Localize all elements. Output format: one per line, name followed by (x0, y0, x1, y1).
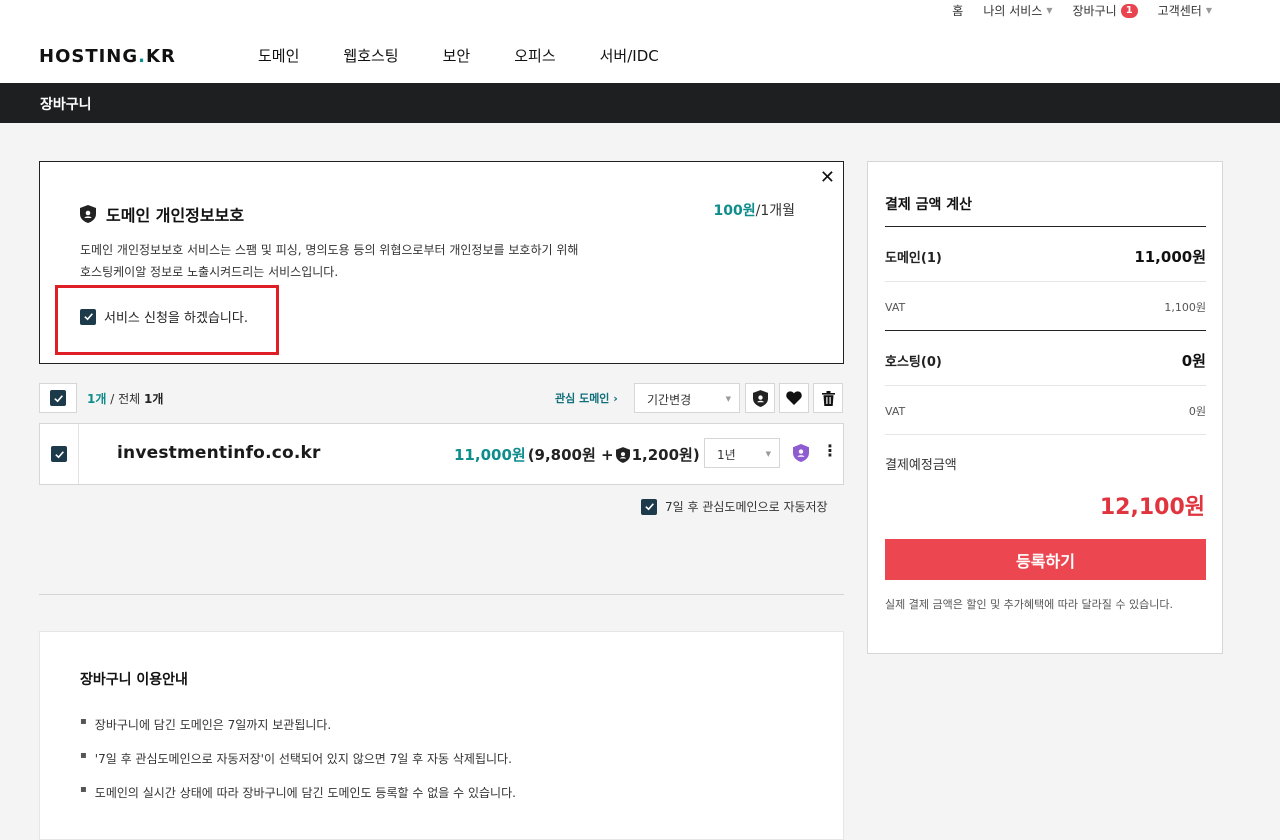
interest-domain-link[interactable]: 관심 도메인 › (555, 390, 618, 406)
shield-icon (615, 446, 630, 463)
divider (885, 434, 1206, 435)
chevron-right-icon: › (613, 392, 618, 405)
checkbox-checked-icon (641, 498, 657, 515)
period-change-select[interactable]: 기간변경 ▼ (634, 383, 740, 413)
site-logo[interactable]: HOSTING.KR (39, 46, 176, 67)
caret-down-icon: ▼ (765, 450, 771, 458)
trash-icon (821, 390, 835, 406)
payment-summary-panel: 결제 금액 계산 도메인(1) 11,000원 VAT 1,100원 호스팅(0) 0… (867, 161, 1223, 654)
privacy-shield-button[interactable] (745, 383, 775, 413)
divider (885, 330, 1206, 331)
nav-server-idc[interactable]: 서버/IDC (600, 45, 659, 66)
total-label: 결제예정금액 (885, 458, 957, 473)
close-icon[interactable]: ✕ (820, 167, 835, 188)
heart-icon (786, 391, 802, 405)
util-home-link[interactable]: 홈 (952, 2, 963, 19)
guide-item: ▪ '7일 후 관심도메인으로 자동저장'이 선택되어 있지 않으면 7일 후 자… (80, 750, 512, 766)
total-amount: 12,100원 (1099, 495, 1205, 520)
privacy-agree-checkbox[interactable]: 서비스 신청을 하겠습니다. (80, 307, 248, 326)
delete-button[interactable] (813, 383, 843, 413)
nav-webhosting[interactable]: 웹호스팅 (343, 45, 398, 66)
domain-price: 11,000원 (9,800원 + 1,200원) (454, 446, 700, 464)
shield-icon (752, 389, 768, 407)
nav-office[interactable]: 오피스 (514, 45, 555, 66)
domain-vat-row: VAT 1,100원 (885, 300, 1206, 315)
divider (885, 281, 1206, 282)
cart-toolbar: 1개 / 전체 1개 관심 도메인 › 기간변경 ▼ (39, 383, 844, 413)
checkbox-checked-icon (51, 446, 67, 462)
domain-amount-row: 도메인(1) 11,000원 (885, 248, 1206, 266)
util-my-service-link[interactable]: 나의 서비스 ▼ (983, 2, 1052, 19)
shield-icon (80, 205, 96, 223)
registration-period-select[interactable]: 1년 ▼ (704, 438, 780, 468)
privacy-badge-icon[interactable] (792, 444, 810, 462)
main-nav: 도메인 웹호스팅 보안 오피스 서버/IDC (258, 45, 659, 66)
checkbox-checked-icon (80, 308, 96, 325)
register-button[interactable]: 등록하기 (885, 539, 1206, 580)
privacy-title: 도메인 개인정보보호 (80, 202, 244, 226)
privacy-description: 도메인 개인정보보호 서비스는 스팸 및 피싱, 명의도용 등의 위협으로부터 … (80, 243, 579, 279)
caret-down-icon: ▼ (725, 395, 731, 403)
divider (885, 226, 1206, 227)
section-divider (39, 594, 844, 595)
autosave-interest-checkbox[interactable]: 7일 후 관심도메인으로 자동저장 (641, 498, 828, 515)
guide-item: ▪ 장바구니에 담긴 도메인은 7일까지 보관됩니다. (80, 716, 332, 732)
util-support-link[interactable]: 고객센터 ▼ (1158, 2, 1212, 19)
util-cart-link[interactable]: 장바구니 1 (1073, 2, 1138, 19)
divider (885, 385, 1206, 386)
guide-item: ▪ 도메인의 실시간 상태에 따라 장바구니에 담긴 도메인도 등록할 수 없을 … (80, 784, 516, 800)
nav-security[interactable]: 보안 (443, 45, 471, 66)
cart-domain-row: investmentinfo.co.kr 11,000원 (9,800원 + 1,… (39, 423, 844, 485)
utility-nav: 홈 나의 서비스 ▼ 장바구니 1 고객센터 ▼ (952, 2, 1212, 19)
more-options-icon[interactable]: ⋮ (822, 441, 838, 460)
selection-count: 1개 / 전체 1개 (87, 392, 164, 406)
guide-list: ▪ 장바구니에 담긴 도메인은 7일까지 보관됩니다. ▪ '7일 후 관심도메인으… (80, 716, 516, 818)
domain-name: investmentinfo.co.kr (117, 443, 321, 463)
cart-count-badge: 1 (1120, 3, 1138, 18)
summary-title: 결제 금액 계산 (885, 197, 973, 213)
page-title: 장바구니 (40, 97, 92, 113)
privacy-protection-panel: ✕ 도메인 개인정보보호 100원/1개월 도메인 개인정보보호 서비스는 스팸… (39, 161, 844, 364)
site-header: 홈 나의 서비스 ▼ 장바구니 1 고객센터 ▼ HOSTING.KR 도메인 웹호스… (0, 0, 1280, 83)
domain-row-checkbox[interactable] (40, 424, 79, 484)
nav-domain[interactable]: 도메인 (258, 45, 299, 66)
privacy-price: 100원/1개월 (713, 203, 796, 219)
caret-down-icon: ▼ (1205, 6, 1212, 15)
page-title-bar: 장바구니 (0, 83, 1280, 123)
checkbox-checked-icon (50, 390, 66, 406)
add-interest-button[interactable] (779, 383, 809, 413)
hosting-amount-row: 호스팅(0) 0원 (885, 352, 1206, 370)
caret-down-icon: ▼ (1046, 6, 1053, 15)
cart-guide-panel: 장바구니 이용안내 ▪ 장바구니에 담긴 도메인은 7일까지 보관됩니다. ▪ '7… (39, 631, 844, 840)
hosting-vat-row: VAT 0원 (885, 404, 1206, 419)
guide-title: 장바구니 이용안내 (80, 672, 188, 688)
payment-note: 실제 결제 금액은 할인 및 추가혜택에 따라 달라질 수 있습니다. (885, 598, 1173, 611)
select-all-checkbox[interactable] (39, 383, 77, 413)
